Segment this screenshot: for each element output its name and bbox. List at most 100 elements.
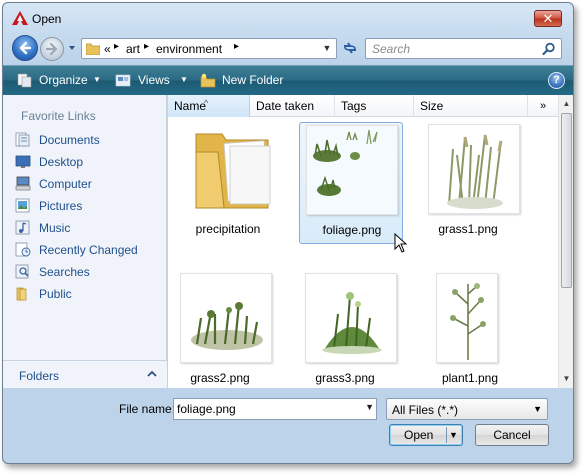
favorite-music[interactable]: Music — [15, 218, 163, 238]
file-type-filter[interactable]: All Files (*.*) ▼ — [386, 398, 548, 420]
favorite-label[interactable]: Computer — [39, 177, 92, 191]
sort-ascending-icon: ^ — [204, 98, 209, 108]
favorite-label[interactable]: Public — [39, 287, 72, 301]
column-label[interactable]: Date taken — [256, 99, 314, 113]
favorite-pictures[interactable]: Pictures — [15, 196, 163, 216]
organize-button[interactable]: Organize — [39, 73, 88, 89]
file-list: ^ Name Date taken Tags Size » precipitat… — [168, 95, 573, 388]
breadcrumb-environment[interactable]: environment — [156, 42, 222, 56]
file-name-input[interactable] — [177, 402, 357, 416]
search-icon[interactable] — [542, 42, 556, 56]
file-name-label: File name: — [119, 402, 176, 416]
back-button[interactable] — [12, 35, 38, 61]
views-button[interactable]: Views — [138, 73, 170, 89]
favorite-label[interactable]: Desktop — [39, 155, 83, 169]
favorite-public[interactable]: Public — [15, 284, 163, 304]
chevron-up-icon[interactable] — [147, 369, 157, 379]
more-columns-button[interactable]: » — [528, 95, 558, 117]
file-tile-foliage[interactable]: foliage.png — [299, 122, 403, 244]
folders-label[interactable]: Folders — [19, 369, 59, 383]
scroll-up-arrow-icon[interactable]: ▲ — [560, 97, 573, 111]
favorite-desktop[interactable]: Desktop — [15, 152, 163, 172]
open-button[interactable]: Open ▼ — [389, 424, 463, 446]
favorite-recently-changed[interactable]: Recently Changed — [15, 240, 163, 260]
favorite-label[interactable]: Music — [39, 221, 70, 235]
file-name[interactable]: precipitation — [176, 222, 280, 236]
favorite-label[interactable]: Searches — [39, 265, 90, 279]
file-name-combobox[interactable]: ▼ — [173, 398, 377, 420]
file-name[interactable]: grass2.png — [168, 371, 272, 385]
file-tile-plant1[interactable]: plant1.png — [418, 271, 522, 393]
views-dropdown-icon[interactable]: ▼ — [180, 75, 188, 84]
breadcrumb-overflow[interactable]: « — [104, 42, 111, 56]
scrollbar-thumb[interactable] — [561, 113, 572, 288]
organize-dropdown-icon[interactable]: ▼ — [93, 75, 101, 84]
column-label[interactable]: Tags — [341, 99, 366, 113]
column-label[interactable]: Size — [420, 99, 443, 113]
search-box[interactable]: Search — [365, 38, 562, 59]
favorite-documents[interactable]: Documents — [15, 130, 163, 150]
file-type-dropdown-icon[interactable]: ▼ — [533, 404, 542, 414]
file-name-dropdown-icon[interactable]: ▼ — [365, 402, 374, 412]
searches-icon — [15, 264, 29, 279]
folder-large-icon — [195, 133, 271, 209]
documents-icon — [15, 132, 30, 147]
open-options-dropdown-icon[interactable]: ▼ — [449, 425, 458, 445]
title-bar[interactable]: Open ✕ — [3, 3, 573, 31]
file-tile-grass2[interactable]: grass2.png — [168, 271, 272, 393]
organize-icon[interactable] — [17, 73, 33, 88]
vertical-scrollbar[interactable]: ▲ ▼ — [558, 95, 573, 388]
favorite-links-title: Favorite Links — [21, 109, 96, 123]
image-thumbnail — [180, 273, 272, 363]
column-tags[interactable]: Tags — [335, 95, 414, 117]
file-name[interactable]: foliage.png — [300, 223, 404, 237]
open-button-label[interactable]: Open — [404, 425, 433, 445]
scroll-down-arrow-icon[interactable]: ▼ — [560, 372, 573, 386]
image-thumbnail — [428, 124, 520, 214]
recent-pages-chevron-icon[interactable] — [67, 43, 77, 53]
desktop-icon — [15, 155, 31, 168]
favorite-searches[interactable]: Searches — [15, 262, 163, 282]
column-label[interactable]: Name — [174, 99, 206, 113]
column-header: ^ Name Date taken Tags Size » — [168, 95, 558, 117]
close-button[interactable]: ✕ — [534, 10, 562, 27]
pictures-icon — [15, 198, 30, 213]
window-title: Open — [32, 12, 62, 26]
file-type-value[interactable]: All Files (*.*) — [392, 403, 458, 417]
breadcrumb-art[interactable]: art — [126, 42, 140, 56]
address-dropdown-button[interactable]: ▼ — [318, 39, 336, 58]
column-name[interactable]: ^ Name — [168, 95, 250, 117]
search-placeholder[interactable]: Search — [372, 42, 410, 56]
computer-icon — [15, 176, 31, 191]
cancel-button[interactable]: Cancel — [475, 424, 549, 446]
dialog-footer: File name: ▼ All Files (*.*) ▼ Open ▼ Ca… — [3, 388, 573, 463]
favorite-label[interactable]: Pictures — [39, 199, 82, 213]
column-date-taken[interactable]: Date taken — [250, 95, 335, 117]
file-name[interactable]: grass3.png — [293, 371, 397, 385]
file-tile-grass1[interactable]: grass1.png — [416, 122, 520, 244]
favorite-computer[interactable]: Computer — [15, 174, 163, 194]
breadcrumb-separator[interactable]: ▸ — [234, 41, 239, 52]
file-tile-grass3[interactable]: grass3.png — [293, 271, 397, 393]
file-tile-precipitation[interactable]: precipitation — [176, 122, 280, 244]
forward-button[interactable] — [40, 37, 64, 61]
command-toolbar: Organize ▼ Views ▼ New Folder ? — [3, 65, 573, 95]
help-icon[interactable]: ? — [548, 72, 565, 89]
address-bar[interactable]: « ▸ art ▸ environment ▸ ▼ — [81, 38, 337, 59]
autocad-logo-icon — [12, 11, 28, 25]
grass2-thumbnail-image — [191, 302, 263, 350]
new-folder-icon[interactable] — [200, 73, 216, 88]
refresh-icon[interactable] — [341, 39, 359, 57]
file-name[interactable]: grass1.png — [416, 222, 520, 236]
breadcrumb-separator[interactable]: ▸ — [114, 41, 119, 52]
breadcrumb-separator[interactable]: ▸ — [144, 41, 149, 52]
views-icon[interactable] — [115, 73, 131, 88]
new-folder-button[interactable]: New Folder — [222, 73, 283, 89]
favorite-label[interactable]: Documents — [39, 133, 100, 147]
folders-toggle[interactable]: Folders — [3, 360, 167, 388]
file-name[interactable]: plant1.png — [418, 371, 522, 385]
mouse-pointer-icon — [394, 233, 407, 253]
favorite-label[interactable]: Recently Changed — [39, 243, 138, 257]
column-size[interactable]: Size — [414, 95, 528, 117]
foliage-thumbnail-image — [313, 129, 378, 196]
